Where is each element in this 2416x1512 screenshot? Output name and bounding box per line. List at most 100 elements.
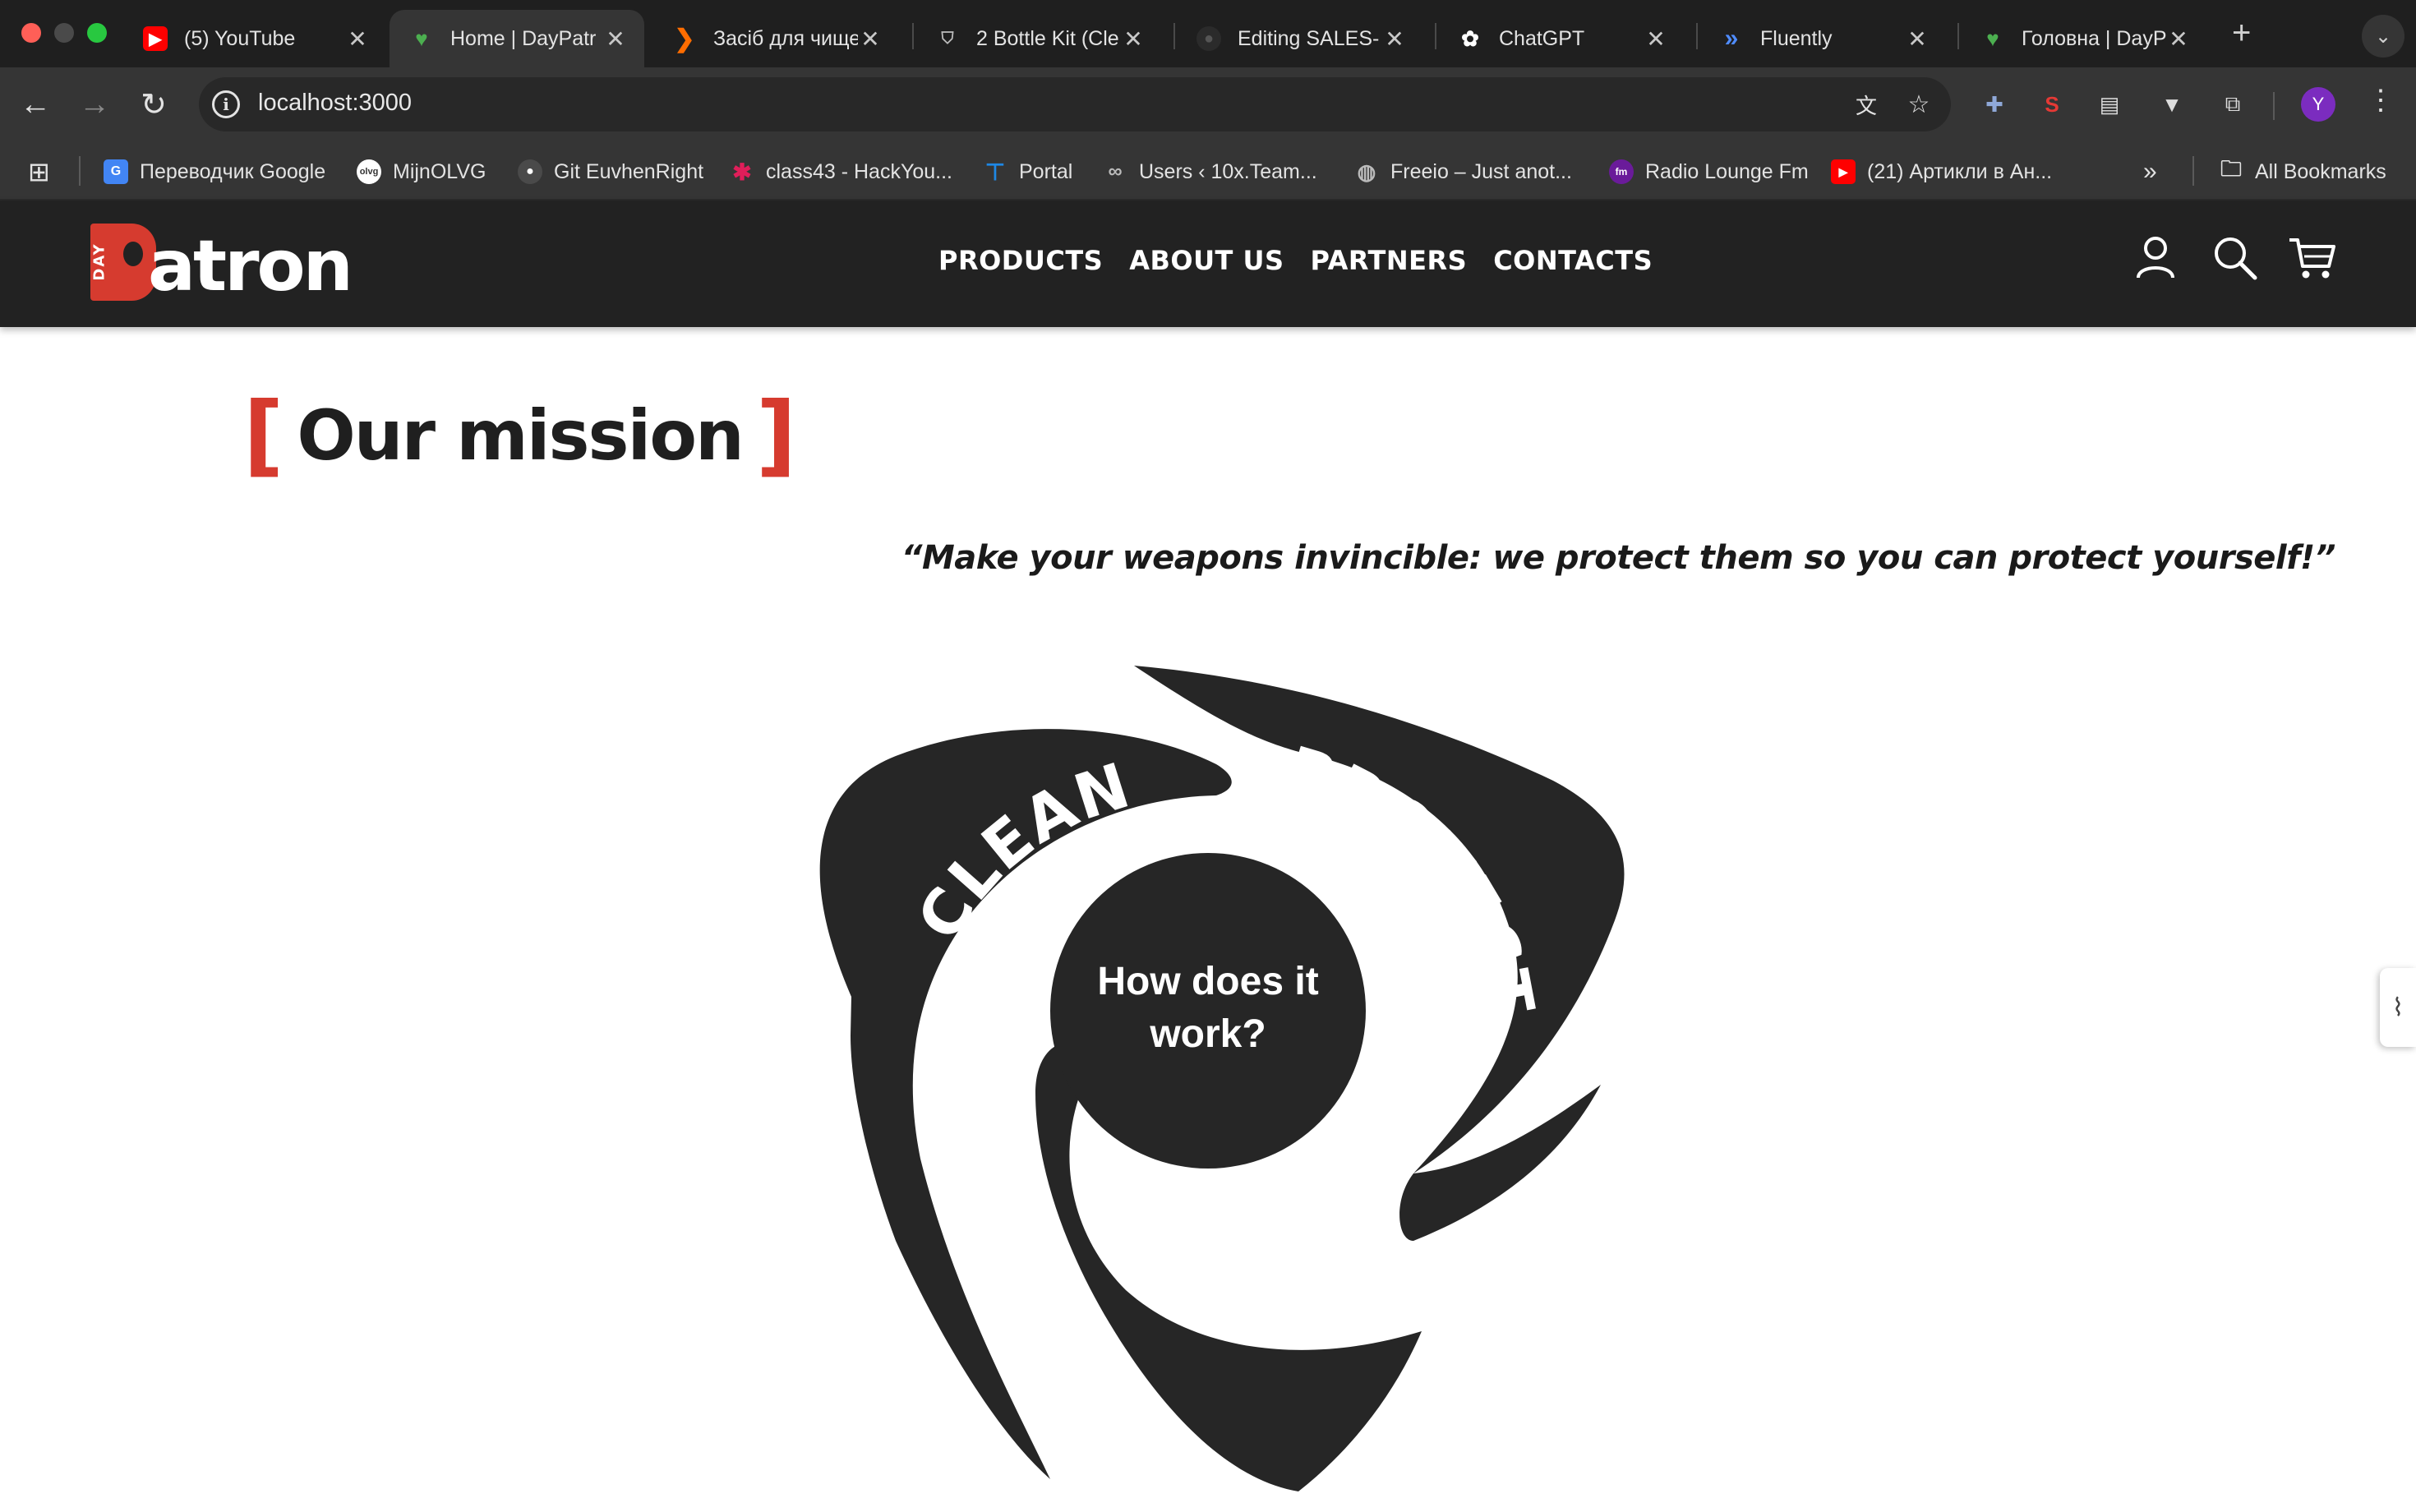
tab-title: 2 Bottle Kit (Cle xyxy=(976,26,1119,50)
close-icon[interactable]: ✕ xyxy=(345,25,370,53)
browser-tab[interactable]: ⛉ 2 Bottle Kit (Cle ✕ xyxy=(915,10,1162,67)
cart-icon[interactable] xyxy=(2286,232,2337,283)
user-icon[interactable] xyxy=(2130,232,2181,283)
logo-day-text: DAY xyxy=(90,242,108,281)
bookmark-item[interactable]: ◍ Freeio – Just anot... xyxy=(1354,156,1572,187)
chatgpt-icon: ✿ xyxy=(1461,25,1479,51)
vue-extension-icon[interactable]: ▼ xyxy=(2153,85,2191,123)
browser-tab[interactable]: ✿ ChatGPT ✕ xyxy=(1438,10,1685,67)
mission-heading: [ Our mission ] xyxy=(243,384,796,486)
how-it-works-link[interactable]: How does it work? xyxy=(1052,956,1364,1061)
reload-button[interactable]: ↻ xyxy=(135,85,173,123)
browser-menu-icon[interactable]: ⋮ xyxy=(2367,84,2395,117)
bookmark-label: Portal xyxy=(1019,159,1073,183)
bookmark-item[interactable]: olvg MijnOLVG xyxy=(357,156,486,187)
github-icon: ● xyxy=(1196,26,1221,51)
portal-icon: ⊤ xyxy=(984,159,1006,185)
apps-grid-icon[interactable]: ⊞ xyxy=(28,156,50,187)
minimize-window-button[interactable] xyxy=(54,23,74,43)
bookmark-item[interactable]: ∞ Users ‹ 10x.Team... xyxy=(1103,156,1317,187)
browser-tab[interactable]: ♥ Головна | DayP ✕ xyxy=(1961,10,2207,67)
tab-title: Home | DayPatr xyxy=(450,26,597,50)
bookmark-item[interactable]: fm Radio Lounge Fm xyxy=(1609,156,1809,187)
bookmark-item[interactable]: ✱ class43 - HackYou... xyxy=(730,156,952,187)
mission-title: Our mission xyxy=(297,395,744,476)
bookmark-label: class43 - HackYou... xyxy=(766,159,952,183)
google-translate-icon: G xyxy=(104,159,128,184)
close-icon[interactable]: ✕ xyxy=(1905,25,1930,53)
mission-quote: “Make your weapons invincible: we protec… xyxy=(901,539,2336,577)
logo-p-counter xyxy=(123,242,143,266)
forward-button[interactable]: → xyxy=(76,85,113,123)
profile-avatar[interactable]: Y xyxy=(2301,87,2335,122)
bookmark-label: Freeio – Just anot... xyxy=(1390,159,1572,183)
tab-title: (5) YouTube xyxy=(184,26,296,50)
notes-extension-icon[interactable]: ▤ xyxy=(2091,85,2128,123)
main-nav: PRODUCTS ABOUT US PARTNERS CONTACTS xyxy=(938,245,1679,276)
extensions-icon[interactable]: ⧉ xyxy=(2214,85,2252,123)
close-window-button[interactable] xyxy=(21,23,41,43)
nav-products[interactable]: PRODUCTS xyxy=(938,245,1103,276)
logo-name-text: atron xyxy=(148,225,353,307)
bookmarks-separator xyxy=(79,156,81,186)
maximize-window-button[interactable] xyxy=(87,23,107,43)
close-icon[interactable]: ✕ xyxy=(1121,25,1146,53)
daypatron-icon: ♥ xyxy=(415,25,428,51)
tab-title: Fluently xyxy=(1760,26,1833,50)
bookmark-label: Git EuvhenRight xyxy=(554,159,704,183)
tab-title: Головна | DayP xyxy=(2022,26,2166,50)
github-icon: ● xyxy=(518,159,542,184)
olvg-icon: olvg xyxy=(357,159,381,184)
nav-about-us[interactable]: ABOUT US xyxy=(1129,245,1284,276)
close-icon[interactable]: ✕ xyxy=(1382,25,1407,53)
center-line-1: How does it xyxy=(1097,960,1319,1003)
browser-tab-active[interactable]: ♥ Home | DayPatr ✕ xyxy=(390,10,644,67)
site-info-icon[interactable]: i xyxy=(212,90,240,118)
close-icon[interactable]: ✕ xyxy=(2166,25,2191,53)
tab-separator xyxy=(1696,23,1698,49)
tab-title: Editing SALES- xyxy=(1238,26,1380,50)
back-button[interactable]: ← xyxy=(16,85,54,123)
browser-tab[interactable]: ❯ Засіб для чище ✕ xyxy=(652,10,899,67)
tab-search-button[interactable]: ⌄ xyxy=(2362,15,2404,58)
puzzle-extension-icon[interactable]: ✚ xyxy=(1976,85,2013,123)
fluently-icon: » xyxy=(1724,25,1739,52)
translate-icon[interactable]: 文 xyxy=(1851,89,1882,120)
browser-tab-bar: ▶ (5) YouTube ✕ ♥ Home | DayPatr ✕ ❯ Зас… xyxy=(0,0,2416,67)
nav-contacts[interactable]: CONTACTS xyxy=(1493,245,1653,276)
close-icon[interactable]: ✕ xyxy=(858,25,883,53)
browser-toolbar: ← → ↻ i localhost:3000 文 ☆ ✚ S ▤ ▼ ⧉ Y ⋮ xyxy=(0,67,2416,141)
youtube-icon: ▶ xyxy=(1831,159,1856,184)
url-text[interactable]: localhost:3000 xyxy=(258,90,412,117)
center-line-2: work? xyxy=(1150,1012,1266,1056)
address-bar[interactable]: i localhost:3000 文 ☆ xyxy=(199,77,1951,131)
bookmark-item[interactable]: ● Git EuvhenRight xyxy=(518,156,703,187)
seo-extension-icon[interactable]: S xyxy=(2033,85,2071,123)
browser-tab[interactable]: ● Editing SALES- ✕ xyxy=(1177,10,1423,67)
globe-icon: ◍ xyxy=(1357,159,1376,184)
search-icon[interactable] xyxy=(2209,232,2260,283)
bookmark-star-icon[interactable]: ☆ xyxy=(1903,89,1934,120)
radio-icon: fm xyxy=(1609,159,1634,184)
shield-icon: ⛉ xyxy=(941,29,954,48)
close-icon[interactable]: ✕ xyxy=(1644,25,1668,53)
side-panel-toggle[interactable]: ⌇ xyxy=(2380,968,2416,1047)
bookmark-item[interactable]: ⊤ Portal xyxy=(983,156,1073,187)
tab-separator xyxy=(1435,23,1436,49)
browser-tab[interactable]: ▶ (5) YouTube ✕ xyxy=(123,10,386,67)
close-icon[interactable]: ✕ xyxy=(603,25,628,53)
folder-icon: 🗀 xyxy=(2220,156,2242,181)
bookmark-item[interactable]: G Переводчик Google xyxy=(104,156,325,187)
more-bookmarks-icon[interactable]: » xyxy=(2143,156,2157,187)
browser-tab[interactable]: » Fluently ✕ xyxy=(1699,10,1946,67)
all-bookmarks-button[interactable]: 🗀 All Bookmarks xyxy=(2219,156,2386,187)
left-bracket: [ xyxy=(243,384,284,486)
bookmark-label: Radio Lounge Fm xyxy=(1645,159,1809,183)
bookmark-label: Users ‹ 10x.Team... xyxy=(1139,159,1317,183)
bookmark-label: MijnOLVG xyxy=(393,159,486,183)
nav-partners[interactable]: PARTNERS xyxy=(1311,245,1468,276)
bookmark-item[interactable]: ▶ (21) Артикли в Ан... xyxy=(1831,156,2052,187)
new-tab-button[interactable]: + xyxy=(2232,15,2251,52)
tab-title: ChatGPT xyxy=(1499,26,1585,50)
bookmark-label: (21) Артикли в Ан... xyxy=(1867,159,2053,183)
